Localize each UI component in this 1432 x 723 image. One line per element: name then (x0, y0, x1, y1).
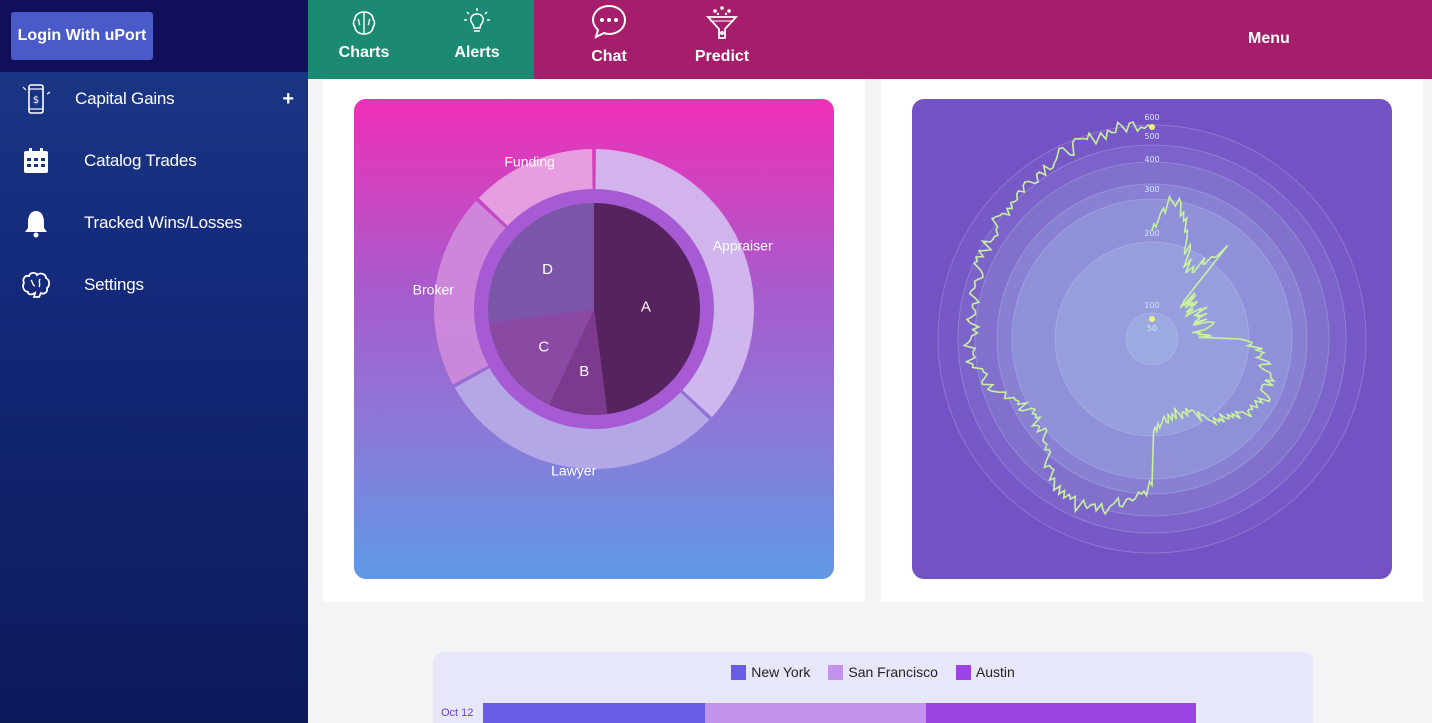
bar-segment-new-york[interactable] (483, 703, 705, 723)
radial-tick-label: 600 (1144, 113, 1159, 122)
funnel-icon (705, 3, 739, 46)
bar-segment-austin[interactable] (926, 703, 1196, 723)
sidebar-item-settings[interactable]: Settings (0, 259, 308, 311)
sidebar-item-tracked-wins-losses[interactable]: Tracked Wins/Losses (0, 197, 308, 249)
tab-chat[interactable]: Chat (564, 0, 654, 79)
radial-tick-label: 200 (1144, 229, 1159, 238)
chat-bubble-icon (590, 3, 628, 46)
sidebar: Login With uPort $ Capital Gains + Catal… (0, 0, 308, 723)
donut-segment-label: Lawyer (551, 463, 596, 479)
pie-chart-card: A B C D Appraiser Lawyer Broker Funding (354, 99, 834, 579)
donut-segment-label: Broker (413, 282, 455, 298)
sidebar-item-label: Catalog Trades (84, 151, 197, 170)
radial-tick-label: 500 (1144, 132, 1159, 141)
legend-label: New York (751, 664, 811, 680)
nested-pie-chart: A B C D Appraiser Lawyer Broker Funding (413, 149, 773, 479)
polar-point (1149, 316, 1155, 322)
chart-legend: New York San Francisco Austin (433, 664, 1313, 680)
legend-item-new-york[interactable]: New York (731, 664, 810, 680)
sidebar-item-label: Settings (84, 275, 144, 294)
tab-predict[interactable]: Predict (677, 0, 767, 79)
legend-swatch (955, 664, 971, 680)
legend-swatch (828, 664, 844, 680)
pie-slice-label: D (542, 261, 553, 278)
phone-dollar-icon: $ (18, 81, 54, 117)
tab-label: Charts (338, 44, 390, 61)
legend-swatch (731, 664, 747, 680)
pie-slice-label: A (641, 299, 651, 316)
radial-tick-label: 100 (1144, 301, 1159, 310)
sidebar-item-capital-gains[interactable]: $ Capital Gains + (0, 73, 308, 125)
tab-label: Alerts (454, 44, 500, 61)
stacked-bar-chart: New York San Francisco Austin Oct 12 (433, 652, 1313, 723)
tab-label: Predict (694, 48, 750, 65)
bar-row: Oct 12 (433, 703, 1313, 723)
pie-slice-label: B (579, 363, 589, 380)
lightbulb-icon (462, 7, 492, 42)
donut-segment-label: Funding (504, 153, 555, 169)
tab-alerts[interactable]: Alerts (432, 0, 522, 79)
donut-segment-label: Appraiser (713, 238, 773, 254)
tab-charts[interactable]: Charts (319, 0, 409, 79)
sidebar-item-label: Capital Gains (75, 89, 175, 108)
pie-slice-label: C (538, 338, 549, 355)
menu-button[interactable]: Menu (1248, 30, 1290, 48)
bar-category-label: Oct 12 (441, 707, 474, 719)
bell-icon (18, 205, 54, 241)
radial-tick-label: 50 (1147, 324, 1157, 333)
radial-tick-label: 400 (1144, 155, 1159, 164)
top-nav: Charts Alerts Chat Predict Menu (308, 0, 1432, 79)
legend-item-san-francisco[interactable]: San Francisco (828, 664, 938, 680)
polar-line-chart: 50 100 200 300 400 500 600 (937, 113, 1367, 554)
sidebar-header: Login With uPort (0, 0, 308, 72)
legend-label: San Francisco (848, 664, 938, 680)
sidebar-item-catalog-trades[interactable]: Catalog Trades (0, 135, 308, 187)
tab-label: Chat (591, 48, 627, 65)
legend-label: Austin (975, 664, 1015, 680)
calendar-icon (18, 143, 54, 179)
brain-icon (350, 9, 378, 42)
bar-segment-san-francisco[interactable] (705, 703, 926, 723)
svg-text:$: $ (33, 95, 39, 106)
expand-plus-icon[interactable]: + (282, 88, 294, 111)
polar-point (1149, 124, 1155, 130)
brain-icon (18, 267, 54, 303)
sidebar-item-label: Tracked Wins/Losses (84, 213, 243, 232)
legend-item-austin[interactable]: Austin (955, 664, 1015, 680)
login-uport-button[interactable]: Login With uPort (11, 12, 153, 60)
radial-tick-label: 300 (1144, 185, 1159, 194)
polar-chart-card: 50 100 200 300 400 500 600 (912, 99, 1392, 579)
